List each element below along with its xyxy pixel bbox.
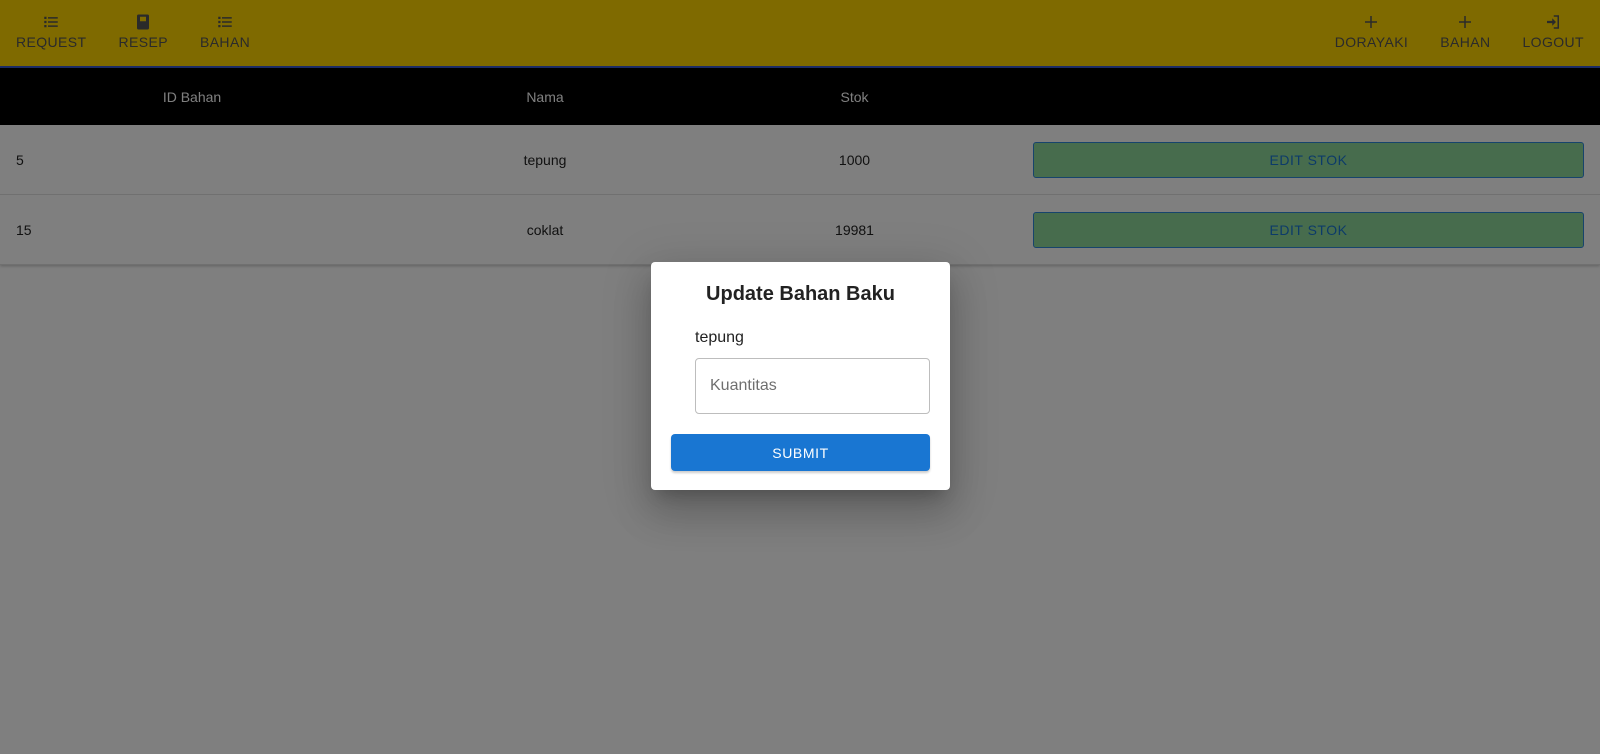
dialog-item-name: tepung bbox=[695, 329, 744, 346]
dialog-title: Update Bahan Baku bbox=[706, 283, 895, 305]
modal-backdrop[interactable]: Update Bahan Baku tepung SUBMIT bbox=[0, 0, 1600, 754]
submit-button[interactable]: SUBMIT bbox=[671, 434, 930, 471]
quantity-input[interactable] bbox=[695, 358, 930, 414]
update-bahan-dialog: Update Bahan Baku tepung SUBMIT bbox=[651, 262, 950, 490]
